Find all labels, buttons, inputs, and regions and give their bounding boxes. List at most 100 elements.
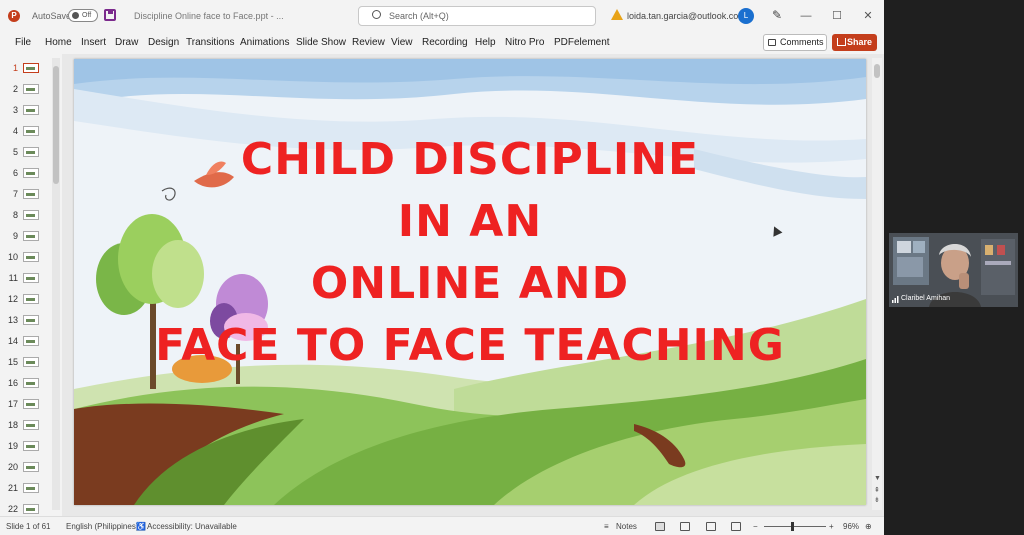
- title-bar: P AutoSave Off Discipline Online face to…: [0, 0, 884, 32]
- thumbnail-number: 20: [7, 462, 18, 472]
- tab-help[interactable]: Help: [475, 37, 496, 48]
- thumbnail-image: [23, 147, 39, 157]
- avatar[interactable]: L: [738, 8, 754, 24]
- tab-animations[interactable]: Animations: [240, 37, 289, 48]
- search-icon: [372, 10, 381, 19]
- current-slide[interactable]: CHILD DISCIPLINE IN AN ONLINE AND FACE T…: [74, 59, 866, 505]
- thumbnail-image: [23, 441, 39, 451]
- tab-home[interactable]: Home: [45, 37, 72, 48]
- tab-nitro-pro[interactable]: Nitro Pro: [505, 37, 544, 48]
- maximize-button[interactable]: ☐: [827, 6, 847, 26]
- tab-design[interactable]: Design: [148, 37, 179, 48]
- thumbnail-slide-9[interactable]: 9: [0, 226, 52, 247]
- thumbnail-slide-4[interactable]: 4: [0, 121, 52, 142]
- thumbnail-number: 17: [7, 399, 18, 409]
- zoom-in-icon[interactable]: +: [829, 522, 834, 531]
- thumbnail-scrollbar[interactable]: [52, 58, 60, 510]
- minimize-button[interactable]: —: [796, 6, 816, 26]
- next-slide-icon[interactable]: ⇟: [874, 496, 880, 504]
- thumbnail-slide-13[interactable]: 13: [0, 310, 52, 331]
- thumbnail-image: [23, 483, 39, 493]
- tab-recording[interactable]: Recording: [422, 37, 468, 48]
- language-indicator[interactable]: English (Philippines): [66, 522, 138, 531]
- thumbnail-slide-19[interactable]: 19: [0, 436, 52, 457]
- tab-file[interactable]: File: [15, 37, 31, 48]
- thumbnail-number: 11: [8, 273, 18, 283]
- reading-view-icon[interactable]: [706, 522, 716, 531]
- tab-insert[interactable]: Insert: [81, 37, 106, 48]
- thumbnail-image: [23, 357, 39, 367]
- thumbnail-image: [23, 462, 39, 472]
- search-input[interactable]: Search (Alt+Q): [358, 6, 596, 26]
- thumbnail-slide-16[interactable]: 16: [0, 373, 52, 394]
- thumbnail-slide-6[interactable]: 6: [0, 163, 52, 184]
- participant-name: Claribel Amihan: [901, 295, 951, 302]
- zoom-out-icon[interactable]: −: [753, 522, 758, 531]
- slide-scrollbar-thumb[interactable]: [874, 64, 880, 78]
- signal-bars-icon: [892, 296, 899, 303]
- thumbnail-slide-2[interactable]: 2: [0, 79, 52, 100]
- warning-icon[interactable]: [611, 9, 623, 20]
- previous-slide-icon[interactable]: ⇞: [874, 486, 880, 494]
- zoom-level[interactable]: 96%: [843, 522, 859, 531]
- powerpoint-window: P AutoSave Off Discipline Online face to…: [0, 0, 884, 535]
- thumbnail-number: 4: [12, 126, 18, 136]
- autosave-toggle[interactable]: Off: [68, 9, 98, 22]
- thumbnail-slide-17[interactable]: 17: [0, 394, 52, 415]
- zoom-slider[interactable]: [764, 526, 826, 527]
- thumbnail-number: 5: [12, 147, 18, 157]
- thumbnail-slide-20[interactable]: 20: [0, 457, 52, 478]
- thumbnail-slide-15[interactable]: 15: [0, 352, 52, 373]
- thumbnail-number: 14: [7, 336, 18, 346]
- tab-view[interactable]: View: [391, 37, 413, 48]
- designer-pen-icon[interactable]: ✎: [770, 8, 784, 22]
- thumbnail-number: 15: [7, 357, 18, 367]
- thumbnail-slide-18[interactable]: 18: [0, 415, 52, 436]
- close-button[interactable]: ✕: [858, 6, 878, 26]
- accessibility-status[interactable]: Accessibility: Unavailable: [147, 522, 237, 531]
- tab-transitions[interactable]: Transitions: [186, 37, 235, 48]
- thumbnail-slide-21[interactable]: 21: [0, 478, 52, 499]
- slide-thumbnail-panel: 1 2 3 4 5 6 7 8 9 10 11 12 13 14 15 16 1…: [0, 54, 62, 516]
- notes-button[interactable]: Notes: [616, 522, 637, 531]
- thumbnail-slide-8[interactable]: 8: [0, 205, 52, 226]
- ribbon-tabs: File Home Insert Draw Design Transitions…: [0, 32, 884, 54]
- slide-show-icon[interactable]: [731, 522, 741, 531]
- thumbnail-slide-7[interactable]: 7: [0, 184, 52, 205]
- thumbnail-slide-12[interactable]: 12: [0, 289, 52, 310]
- thumbnail-scrollbar-thumb[interactable]: [53, 66, 59, 184]
- thumbnail-slide-5[interactable]: 5: [0, 142, 52, 163]
- normal-view-icon[interactable]: [655, 522, 665, 531]
- tab-pdfelement[interactable]: PDFelement: [554, 37, 610, 48]
- thumbnail-number: 1: [12, 63, 18, 73]
- thumbnail-number: 22: [7, 504, 18, 514]
- slide-title[interactable]: CHILD DISCIPLINE IN AN ONLINE AND FACE T…: [74, 129, 866, 377]
- tab-draw[interactable]: Draw: [115, 37, 138, 48]
- slide-scrollbar[interactable]: [872, 58, 882, 510]
- save-icon[interactable]: [104, 9, 116, 21]
- thumbnail-slide-10[interactable]: 10: [0, 247, 52, 268]
- slide-sorter-icon[interactable]: [680, 522, 690, 531]
- tab-review[interactable]: Review: [352, 37, 385, 48]
- fit-to-window-icon[interactable]: ⊕: [865, 522, 872, 531]
- notes-icon: ≡: [604, 522, 609, 531]
- thumbnail-slide-11[interactable]: 11: [0, 268, 52, 289]
- thumbnail-image: [23, 189, 39, 199]
- thumbnail-image: [23, 126, 39, 136]
- thumbnail-image: [23, 231, 39, 241]
- powerpoint-logo-icon: P: [8, 10, 20, 22]
- thumbnail-image: [23, 84, 39, 94]
- thumbnail-number: 10: [7, 252, 18, 262]
- thumbnail-image: [23, 63, 39, 73]
- thumbnail-number: 13: [7, 315, 18, 325]
- thumbnail-number: 19: [7, 441, 18, 451]
- account-email[interactable]: loida.tan.garcia@outlook.com: [627, 11, 746, 21]
- thumbnail-slide-14[interactable]: 14: [0, 331, 52, 352]
- thumbnail-slide-1[interactable]: 1: [0, 58, 52, 79]
- thumbnail-slide-3[interactable]: 3: [0, 100, 52, 121]
- tab-slide-show[interactable]: Slide Show: [296, 37, 346, 48]
- zoom-slider-knob[interactable]: [791, 522, 794, 531]
- thumbnail-slide-22[interactable]: 22: [0, 499, 52, 516]
- video-participant-tile[interactable]: Claribel Amihan: [889, 233, 1018, 307]
- scroll-down-icon[interactable]: ▼: [874, 475, 881, 482]
